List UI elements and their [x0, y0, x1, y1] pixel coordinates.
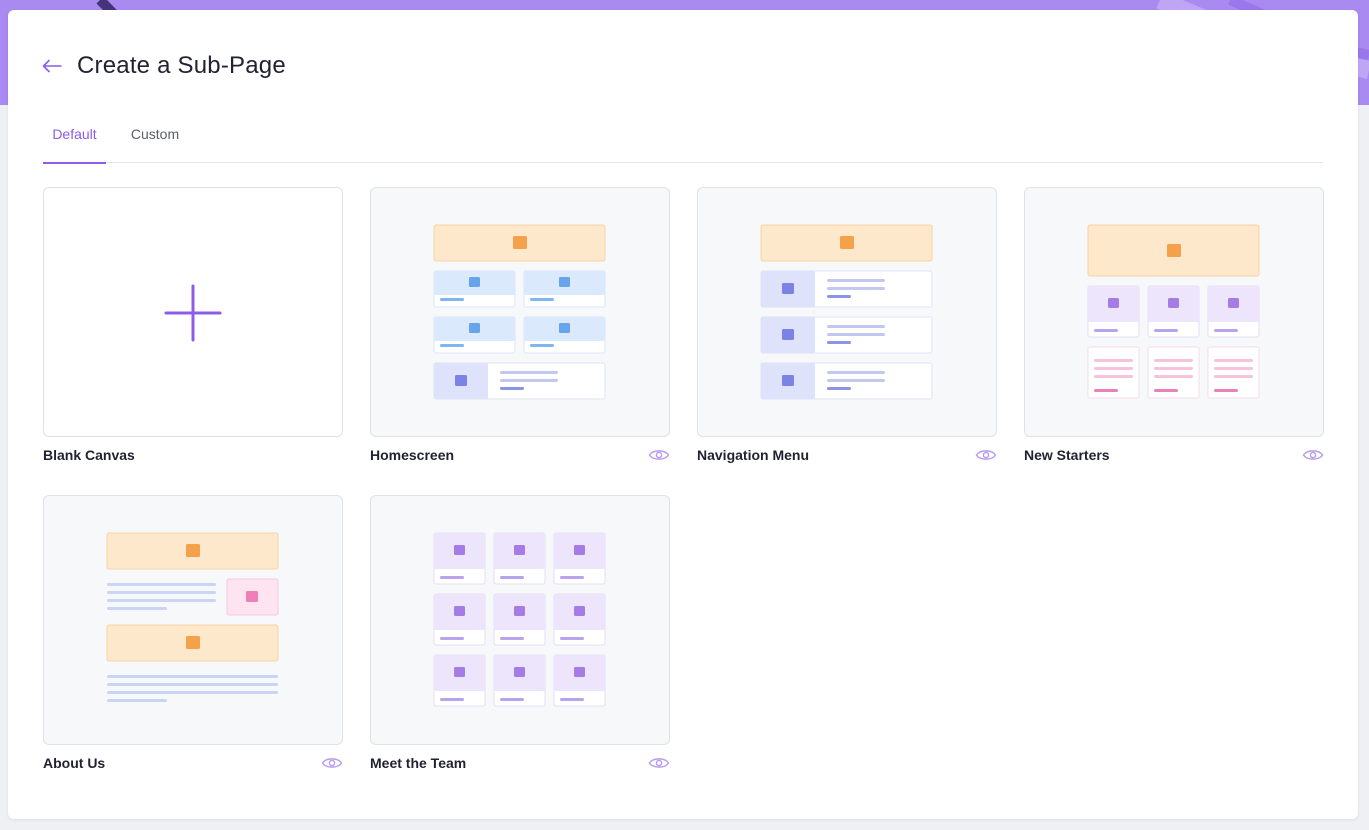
template-label: Navigation Menu: [697, 447, 810, 463]
template-label: Blank Canvas: [43, 447, 135, 463]
page-header: Create a Sub-Page: [42, 52, 286, 80]
eye-icon[interactable]: [1302, 448, 1324, 462]
template-tabs: Default Custom: [43, 114, 1323, 164]
page-title: Create a Sub-Page: [77, 52, 286, 79]
template-label: Meet the Team: [370, 755, 467, 771]
template-label: Homescreen: [370, 447, 455, 463]
template-thumbnail[interactable]: [370, 187, 670, 437]
template-card-about-us[interactable]: About Us: [43, 495, 343, 781]
template-thumbnail[interactable]: [370, 495, 670, 745]
eye-icon[interactable]: [648, 756, 670, 770]
template-thumbnail[interactable]: [43, 187, 343, 437]
navigation-menu-preview: [760, 224, 933, 400]
plus-icon: [164, 284, 222, 342]
about-us-preview: [106, 532, 279, 702]
back-button[interactable]: [42, 56, 62, 76]
template-card-homescreen[interactable]: Homescreen: [370, 187, 670, 473]
new-starters-preview: [1087, 224, 1260, 399]
template-card-new-starters[interactable]: New Starters: [1024, 187, 1324, 473]
template-thumbnail[interactable]: [1024, 187, 1324, 437]
template-card-meet-the-team[interactable]: Meet the Team: [370, 495, 670, 781]
eye-icon[interactable]: [321, 756, 343, 770]
template-card-navigation-menu[interactable]: Navigation Menu: [697, 187, 997, 473]
create-subpage-panel: Create a Sub-Page Default Custom Blank C…: [8, 10, 1358, 819]
template-card-blank-canvas[interactable]: Blank Canvas: [43, 187, 343, 473]
template-thumbnail[interactable]: [697, 187, 997, 437]
arrow-left-icon: [42, 59, 62, 73]
template-label: About Us: [43, 755, 106, 771]
eye-icon[interactable]: [975, 448, 997, 462]
template-thumbnail[interactable]: [43, 495, 343, 745]
meet-the-team-preview: [433, 532, 606, 707]
tab-default[interactable]: Default: [43, 114, 106, 164]
template-label: New Starters: [1024, 447, 1110, 463]
homescreen-preview: [433, 224, 606, 400]
tab-custom[interactable]: Custom: [125, 114, 185, 163]
eye-icon[interactable]: [648, 448, 670, 462]
